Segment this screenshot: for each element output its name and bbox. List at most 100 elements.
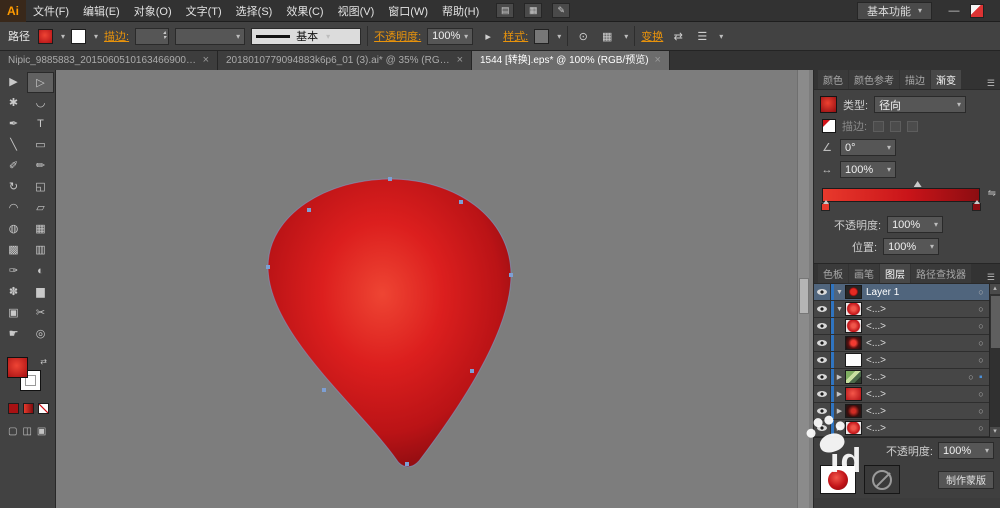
- chevron-down-icon[interactable]: ▾: [557, 32, 561, 41]
- arrange-documents-icon[interactable]: ▦: [524, 3, 543, 18]
- align-icon[interactable]: ▦: [598, 28, 616, 44]
- reverse-gradient-icon[interactable]: ⇋: [988, 188, 996, 199]
- gradient-slider[interactable]: ⇋: [821, 181, 996, 211]
- layer-thumbnail[interactable]: [845, 319, 862, 333]
- layer-row[interactable]: ▼ Layer 1 ○: [814, 284, 989, 301]
- visibility-toggle[interactable]: [814, 301, 831, 317]
- menu-window[interactable]: 窗口(W): [381, 3, 435, 19]
- tab-pathfinder[interactable]: 路径查找器: [911, 264, 971, 283]
- expand-toggle-icon[interactable]: ▶: [834, 424, 845, 432]
- perspective-grid-tool[interactable]: ▦: [27, 219, 54, 240]
- brush-definition-select[interactable]: 基本 ▾: [251, 27, 362, 45]
- layer-thumbnail[interactable]: [845, 421, 862, 435]
- layer-target-icon[interactable]: ○: [963, 372, 979, 382]
- layer-target-icon[interactable]: ○: [973, 321, 989, 331]
- layer-target-icon[interactable]: ○: [973, 406, 989, 416]
- layer-thumbnail[interactable]: [845, 387, 862, 401]
- none-mode-icon[interactable]: [38, 403, 49, 414]
- layer-thumbnail[interactable]: [845, 336, 862, 350]
- direct-selection-tool[interactable]: ▷: [27, 72, 54, 93]
- mask-thumbnail[interactable]: [864, 465, 900, 494]
- close-icon[interactable]: ×: [655, 51, 661, 70]
- expand-toggle-icon[interactable]: ▶: [834, 373, 845, 381]
- menu-effect[interactable]: 效果(C): [279, 3, 330, 19]
- gradient-opacity-select[interactable]: 100% ▾: [887, 216, 944, 233]
- zoom-tool[interactable]: ◎: [27, 324, 54, 345]
- symbol-sprayer-tool[interactable]: ✽: [0, 282, 27, 303]
- selection-tool[interactable]: ▶: [0, 72, 27, 93]
- layer-target-icon[interactable]: ○: [973, 423, 989, 433]
- visibility-toggle[interactable]: [814, 318, 831, 334]
- pen-stylus-icon[interactable]: ✎: [552, 3, 571, 18]
- layer-target-icon[interactable]: ○: [973, 355, 989, 365]
- layer-name[interactable]: <...>: [866, 338, 973, 349]
- tab-color[interactable]: 颜色: [818, 70, 848, 89]
- free-transform-tool[interactable]: ▱: [27, 198, 54, 219]
- fill-color-swatch[interactable]: [38, 28, 53, 44]
- gradient-stop-start[interactable]: [821, 200, 830, 211]
- color-mode-icon[interactable]: [8, 403, 19, 414]
- opacity-link[interactable]: 不透明度:: [374, 28, 421, 44]
- tab-stroke[interactable]: 描边: [900, 70, 930, 89]
- scroll-down-icon[interactable]: ▾: [990, 427, 1000, 437]
- red-blob-shape[interactable]: [267, 178, 512, 468]
- rectangle-tool[interactable]: ▭: [27, 135, 54, 156]
- style-link[interactable]: 样式:: [503, 28, 528, 44]
- object-thumbnail[interactable]: [820, 465, 856, 494]
- layer-thumbnail[interactable]: [845, 302, 862, 316]
- scrollbar-thumb[interactable]: [991, 296, 1000, 348]
- shape-builder-tool[interactable]: ◍: [0, 219, 27, 240]
- gradient-tool[interactable]: ▥: [27, 240, 54, 261]
- layer-row[interactable]: ▶ <...> ○: [814, 403, 989, 420]
- layer-row[interactable]: ▶ <...> ○: [814, 386, 989, 403]
- layer-name[interactable]: <...>: [866, 355, 973, 366]
- stroke-color-swatch[interactable]: [71, 28, 87, 44]
- gradient-type-select[interactable]: 径向 ▾: [874, 96, 967, 113]
- expand-toggle-icon[interactable]: ▼: [834, 289, 845, 296]
- layer-thumbnail[interactable]: [845, 404, 862, 418]
- menu-view[interactable]: 视图(V): [331, 3, 382, 19]
- canvas[interactable]: [56, 70, 813, 508]
- chevron-down-icon[interactable]: ▾: [719, 32, 723, 41]
- gradient-angle-input[interactable]: 0° ▾: [840, 139, 896, 156]
- panel-options-icon[interactable]: ☰: [693, 28, 711, 44]
- menu-help[interactable]: 帮助(H): [435, 3, 486, 19]
- visibility-toggle[interactable]: [814, 352, 831, 368]
- expand-toggle-icon[interactable]: ▼: [834, 306, 845, 313]
- scroll-up-icon[interactable]: ▴: [990, 284, 1000, 294]
- stroke-gradient-across-icon[interactable]: [907, 120, 919, 132]
- transform-link[interactable]: 变换: [641, 28, 663, 44]
- layer-row[interactable]: ▶ <...> ○: [814, 420, 989, 437]
- expand-toggle-icon[interactable]: ▶: [834, 390, 845, 398]
- artboard-tool[interactable]: ▣: [0, 303, 27, 324]
- close-icon[interactable]: ×: [203, 51, 209, 70]
- layer-target-icon[interactable]: ○: [973, 304, 989, 314]
- visibility-toggle[interactable]: [814, 284, 831, 300]
- layer-name[interactable]: Layer 1: [866, 287, 973, 298]
- minimize-icon[interactable]: —: [946, 4, 962, 18]
- layer-thumbnail[interactable]: [845, 370, 862, 384]
- rotate-tool[interactable]: ↻: [0, 177, 27, 198]
- stroke-link[interactable]: 描边:: [104, 28, 129, 44]
- mesh-tool[interactable]: ▩: [0, 240, 27, 261]
- layer-name[interactable]: <...>: [866, 406, 973, 417]
- visibility-toggle[interactable]: [814, 420, 831, 436]
- layer-target-icon[interactable]: ○: [973, 287, 989, 297]
- fill-proxy-swatch[interactable]: [822, 119, 836, 133]
- lasso-tool[interactable]: ◡: [27, 93, 54, 114]
- line-segment-tool[interactable]: ╲: [0, 135, 27, 156]
- fullscreen-menu-mode-icon[interactable]: ◫: [22, 426, 31, 437]
- panel-menu-icon[interactable]: ☰: [982, 78, 1000, 89]
- menu-object[interactable]: 对象(O): [127, 3, 179, 19]
- tab-layers[interactable]: 图层: [880, 264, 910, 283]
- chevron-down-icon[interactable]: ▾: [61, 32, 65, 41]
- visibility-toggle[interactable]: [814, 335, 831, 351]
- expand-toggle-icon[interactable]: ▶: [834, 407, 845, 415]
- stroke-gradient-along-icon[interactable]: [890, 120, 902, 132]
- document-setup-icon[interactable]: ⊙: [574, 28, 592, 44]
- layer-row[interactable]: ▶ <...> ○ ▪: [814, 369, 989, 386]
- menu-file[interactable]: 文件(F): [26, 3, 76, 19]
- layer-name[interactable]: <...>: [866, 372, 963, 383]
- gradient-midpoint-handle[interactable]: [913, 181, 922, 187]
- slice-tool[interactable]: ✂: [27, 303, 54, 324]
